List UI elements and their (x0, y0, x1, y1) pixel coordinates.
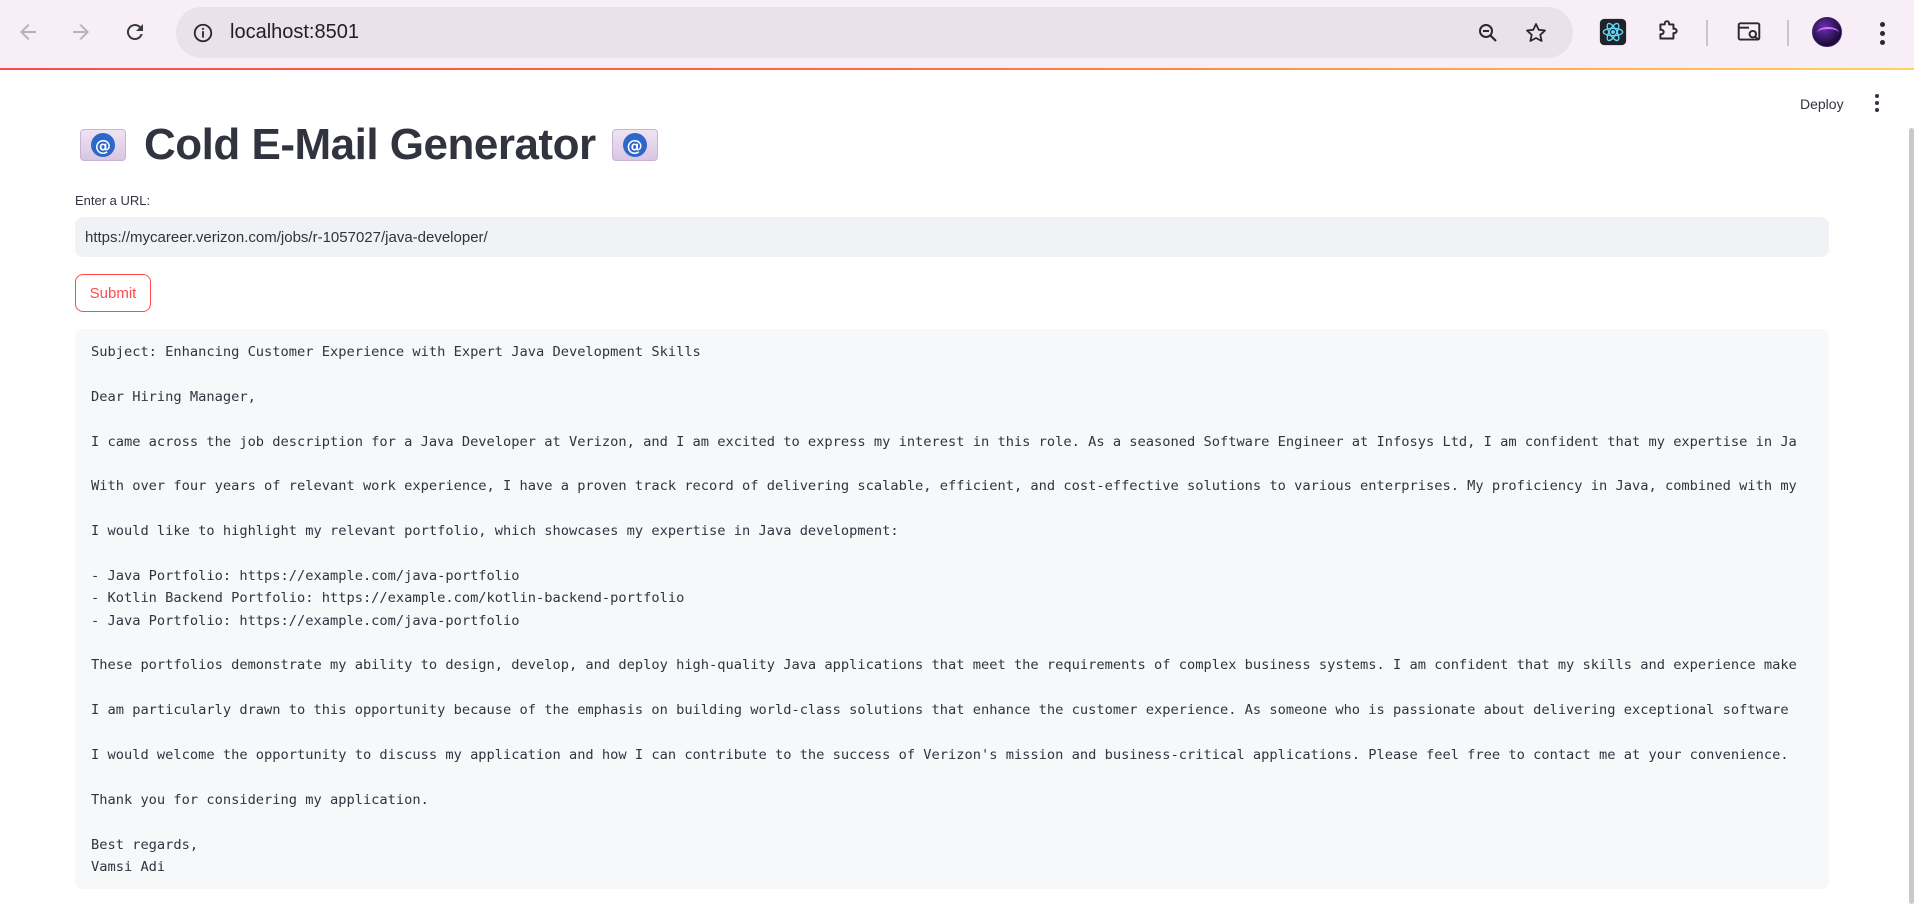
extensions-puzzle-icon[interactable] (1652, 16, 1684, 48)
email-line: Vamsi Adi (91, 858, 166, 875)
browser-menu-icon[interactable] (1868, 16, 1896, 50)
email-line: I am particularly drawn to this opportun… (91, 702, 1789, 719)
generated-email-text: Subject: Enhancing Customer Experience w… (91, 341, 1797, 878)
url-input[interactable] (75, 217, 1829, 257)
email-line: - Kotlin Backend Portfolio: https://exam… (91, 590, 685, 607)
email-blank-line (91, 453, 1797, 475)
email-line: Best regards, (91, 836, 199, 853)
email-blank-line (91, 408, 1797, 430)
forward-arrow-icon[interactable] (63, 14, 99, 50)
submit-button[interactable]: Submit (75, 274, 151, 312)
email-blank-line (91, 363, 1797, 385)
page-scrollbar[interactable] (1909, 128, 1914, 904)
email-blank-line (91, 766, 1797, 788)
email-line: With over four years of relevant work ex… (91, 478, 1797, 495)
email-blank-line (91, 677, 1797, 699)
address-url[interactable]: localhost:8501 (230, 21, 359, 44)
email-blank-line (91, 811, 1797, 833)
profile-avatar[interactable] (1812, 17, 1842, 47)
toolbar-separator (1706, 20, 1708, 46)
tab-search-icon[interactable] (1733, 16, 1765, 48)
site-info-icon[interactable] (190, 20, 216, 46)
email-line: Dear Hiring Manager, (91, 388, 256, 405)
email-blank-line (91, 722, 1797, 744)
address-bar[interactable]: localhost:8501 (176, 7, 1573, 58)
zoom-icon[interactable] (1474, 19, 1502, 47)
app-menu-icon[interactable] (1870, 92, 1884, 114)
page-title: Cold E-Mail Generator (144, 120, 596, 169)
url-field-label: Enter a URL: (75, 193, 151, 208)
email-line: I would like to highlight my relevant po… (91, 523, 899, 540)
bookmark-star-icon[interactable] (1522, 19, 1550, 47)
reload-icon[interactable] (117, 14, 153, 50)
email-line: Thank you for considering my application… (91, 791, 429, 808)
email-line: I came across the job description for a … (91, 433, 1797, 450)
email-blank-line (91, 543, 1797, 565)
page-title-row: @ Cold E-Mail Generator @ (80, 120, 658, 170)
email-line: These portfolios demonstrate my ability … (91, 657, 1797, 674)
deploy-button[interactable]: Deploy (1800, 96, 1844, 112)
react-devtools-icon[interactable] (1597, 16, 1629, 48)
email-blank-line (91, 632, 1797, 654)
back-arrow-icon[interactable] (10, 14, 46, 50)
email-line: I would welcome the opportunity to discu… (91, 747, 1789, 764)
email-at-icon: @ (611, 129, 658, 161)
email-blank-line (91, 498, 1797, 520)
generated-email-code-block: Subject: Enhancing Customer Experience w… (75, 329, 1829, 889)
email-at-icon: @ (80, 129, 126, 161)
browser-toolbar: localhost:8501 (0, 0, 1914, 68)
email-line: Subject: Enhancing Customer Experience w… (91, 344, 701, 360)
email-line: - Java Portfolio: https://example.com/ja… (91, 567, 520, 584)
app-main: Deploy @ Cold E-Mail Generator @ Enter a… (0, 70, 1914, 904)
email-line: - Java Portfolio: https://example.com/ja… (91, 612, 520, 629)
toolbar-separator (1787, 20, 1789, 46)
